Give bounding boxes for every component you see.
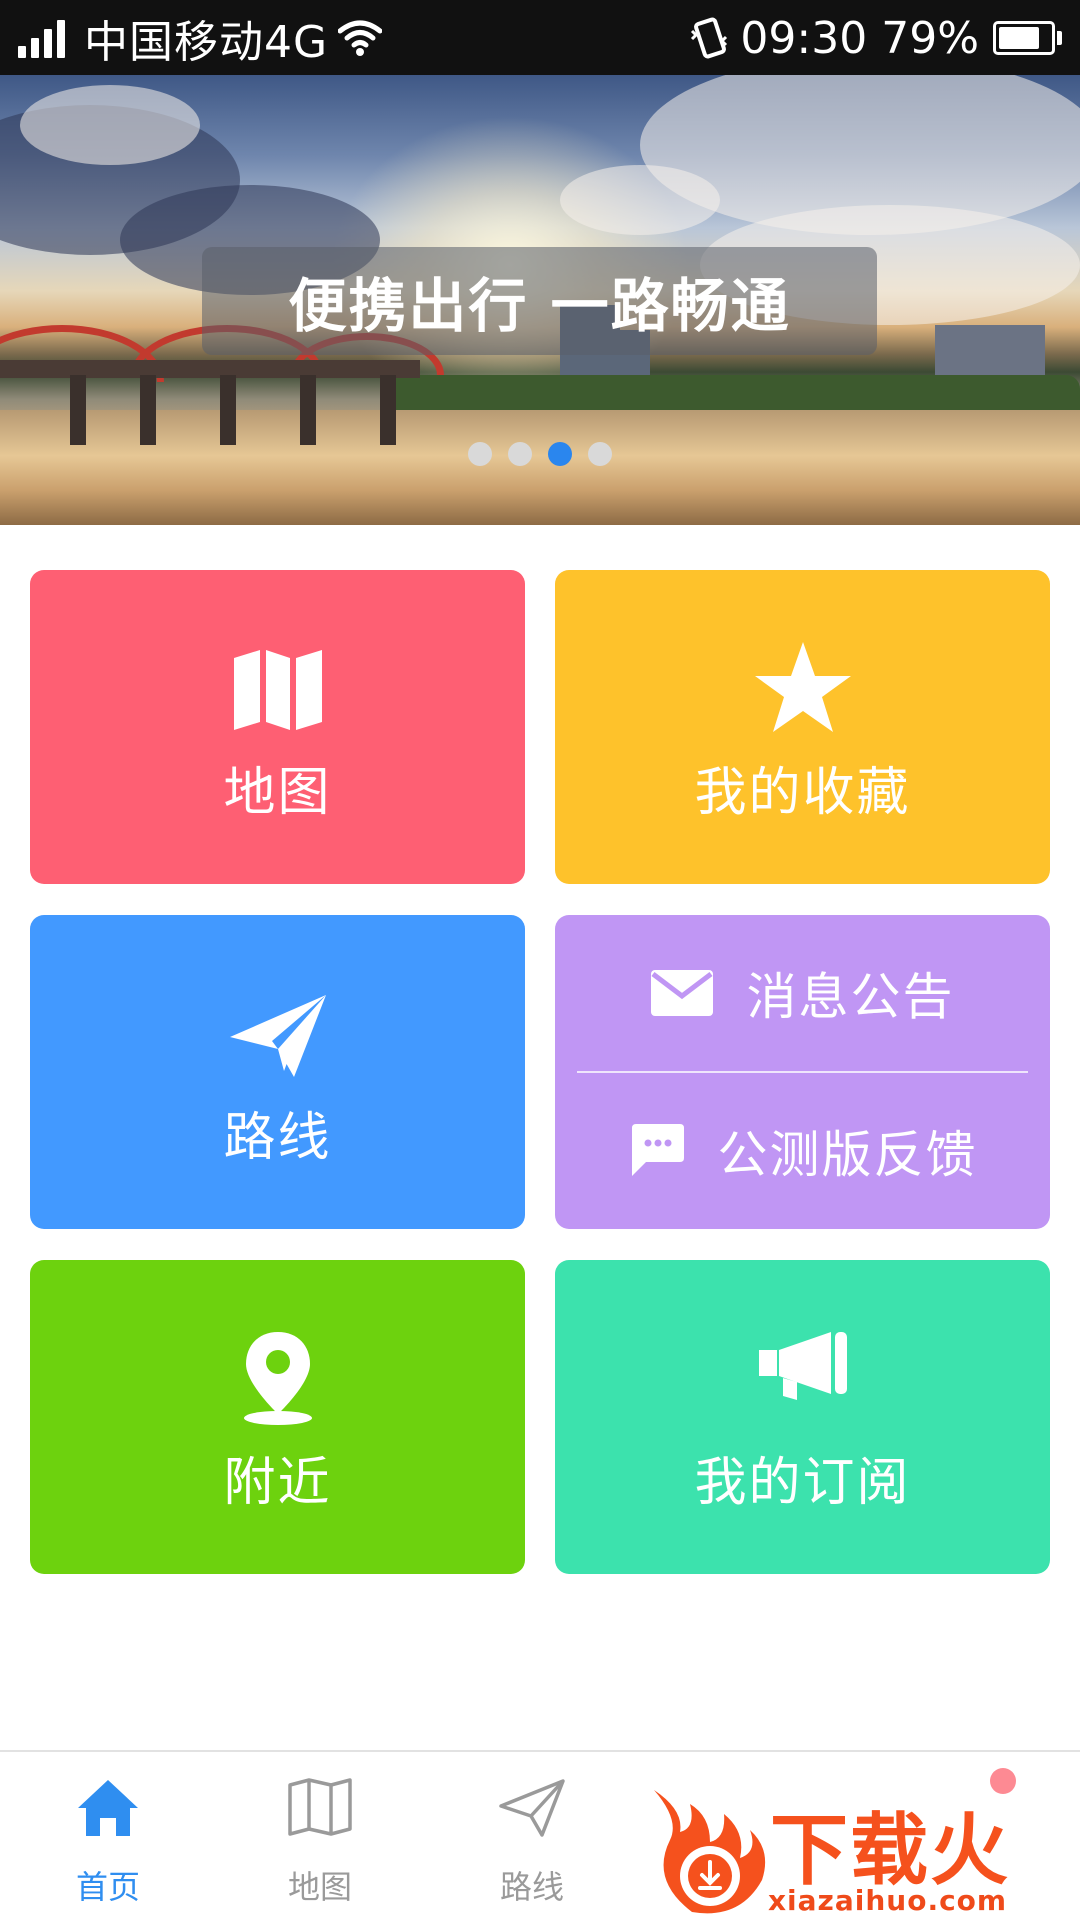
wifi-icon	[338, 20, 383, 56]
messages-feedback-tile: 消息公告 公测版反馈	[555, 915, 1050, 1229]
nav-route[interactable]: 路线	[424, 1752, 640, 1922]
nav-home[interactable]: 首页	[0, 1752, 216, 1922]
paper-plane-icon	[229, 995, 326, 1077]
favorites-tile[interactable]: 我的收藏	[555, 570, 1050, 884]
status-bar: 中国移动4G 09:30 79%	[0, 0, 1080, 75]
battery-icon	[993, 21, 1055, 55]
nav-home-label: 首页	[75, 1868, 140, 1906]
feedback-label: 公测版反馈	[717, 1126, 978, 1184]
paper-plane-icon	[499, 1779, 565, 1837]
map-icon	[233, 650, 322, 730]
favorites-tile-label: 我的收藏	[694, 763, 911, 823]
clock: 09:30	[740, 12, 868, 64]
subscriptions-tile-label: 我的订阅	[694, 1453, 911, 1513]
carrier-label: 中国移动4G	[84, 17, 329, 68]
star-icon	[754, 642, 851, 732]
nearby-tile[interactable]: 附近	[30, 1260, 525, 1574]
carousel-dot[interactable]	[588, 442, 612, 466]
megaphone-icon	[758, 1332, 847, 1400]
route-tile-label: 路线	[223, 1108, 332, 1168]
route-tile[interactable]: 路线	[30, 915, 525, 1229]
battery-percent: 79%	[881, 12, 979, 64]
nav-route-label: 路线	[499, 1868, 564, 1906]
carousel-dot[interactable]	[468, 442, 492, 466]
messages-button[interactable]: 消息公告	[555, 915, 1050, 1071]
map-tile[interactable]: 地图	[30, 570, 525, 884]
carousel-dot[interactable]	[548, 442, 572, 466]
banner-caption: 便携出行 一路畅通	[202, 247, 877, 355]
carousel-dot[interactable]	[508, 442, 532, 466]
map-tile-label: 地图	[223, 763, 332, 823]
envelope-icon	[650, 970, 713, 1016]
carousel-indicator	[0, 442, 1080, 466]
watermark-logo: 下载火 xiazaihuo.com	[640, 1780, 1080, 1920]
watermark-url: xiazaihuo.com	[768, 1884, 1008, 1917]
home-icon	[78, 1780, 138, 1836]
flame-logo-icon	[654, 1790, 766, 1914]
nav-map-label: 地图	[287, 1868, 352, 1906]
chat-bubble-icon	[631, 1124, 684, 1176]
nav-map[interactable]: 地图	[212, 1752, 428, 1922]
signal-icon	[18, 18, 70, 58]
messages-label: 消息公告	[746, 968, 955, 1026]
nearby-tile-label: 附近	[223, 1453, 332, 1513]
subscriptions-tile[interactable]: 我的订阅	[555, 1260, 1050, 1574]
feedback-button[interactable]: 公测版反馈	[555, 1073, 1050, 1229]
vibrate-icon	[691, 17, 728, 59]
location-pin-icon	[243, 1332, 312, 1425]
map-icon	[288, 1778, 352, 1836]
